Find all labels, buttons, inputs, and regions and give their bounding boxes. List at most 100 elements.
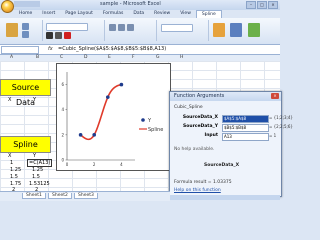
- tab-data[interactable]: Data: [128, 10, 149, 18]
- alignment-group: [106, 20, 157, 41]
- italic-icon[interactable]: [55, 32, 62, 39]
- formula-result-label: Formula result =: [174, 180, 212, 185]
- align-right-icon[interactable]: [127, 24, 134, 31]
- sheet-tab-3[interactable]: Sheet3: [74, 193, 98, 199]
- status-bar: [170, 195, 280, 200]
- cut-icon[interactable]: [22, 23, 29, 30]
- spline-series-line: [80, 83, 122, 141]
- chart-x-tick-label: 4: [120, 162, 123, 167]
- tab-spline[interactable]: Spline: [195, 10, 222, 18]
- chart-x-tick-label: 2: [93, 162, 96, 167]
- spline-col-x[interactable]: X: [8, 153, 11, 159]
- chart-y-tick-label: 4: [61, 107, 64, 112]
- dialog-title: Function Arguments: [174, 93, 225, 99]
- fx-icon[interactable]: fx: [48, 46, 53, 52]
- argument-description-label: SourceData_X: [204, 163, 240, 168]
- styles-icon[interactable]: [213, 23, 225, 37]
- source-col-x[interactable]: X: [8, 97, 11, 103]
- column-header-a[interactable]: A: [10, 55, 13, 60]
- tab-insert[interactable]: Insert: [37, 10, 60, 18]
- close-icon[interactable]: ×: [271, 93, 279, 99]
- editing-icon[interactable]: [248, 23, 260, 37]
- font-select[interactable]: [46, 23, 88, 31]
- argument-evaluation: = {2;2;5;6}: [269, 124, 293, 129]
- help-link[interactable]: Help on this function: [174, 188, 221, 193]
- chart-y-tick-label: 6: [61, 82, 64, 87]
- column-header-g[interactable]: G: [156, 55, 160, 60]
- argument-label: Input: [204, 133, 218, 138]
- chart-points: [78, 82, 124, 137]
- ribbon: [0, 18, 280, 45]
- tab-formulas[interactable]: Formulas: [98, 10, 129, 18]
- argument-input-sourcedata-x[interactable]: $A$5:$A$8: [222, 115, 269, 123]
- tab-review[interactable]: Review: [149, 10, 175, 18]
- close-button[interactable]: ×: [268, 1, 278, 9]
- dialog-title-bar: Function Arguments ×: [170, 92, 281, 101]
- column-header-e[interactable]: E: [108, 55, 111, 60]
- clipboard-group: [2, 20, 43, 41]
- argument-evaluation: = 1: [269, 133, 277, 138]
- spline-row-y[interactable]: 1.5: [32, 174, 40, 180]
- minimize-button[interactable]: –: [246, 1, 256, 9]
- source-col-y[interactable]: Y: [33, 97, 36, 103]
- embedded-chart[interactable]: 0 2 4 6 0 2 4 Y Spline: [56, 63, 171, 171]
- spline-row-y[interactable]: 1.25: [32, 167, 43, 173]
- bold-icon[interactable]: [46, 32, 53, 39]
- spline-header[interactable]: Spline: [0, 136, 51, 153]
- align-center-icon[interactable]: [118, 24, 125, 31]
- maximize-button[interactable]: □: [257, 1, 267, 9]
- column-header-c[interactable]: C: [60, 55, 63, 60]
- sheet-tabs: Sheet1 Sheet2 Sheet3: [0, 191, 170, 201]
- source-data-header[interactable]: Source Data: [0, 79, 51, 107]
- chart-axes: 0 2 4 6 0 2 4: [61, 72, 135, 167]
- spline-row-x[interactable]: 1.5: [10, 174, 18, 180]
- legend-points-label: Y: [147, 118, 152, 124]
- tab-home[interactable]: Home: [14, 10, 37, 18]
- chart-x-tick-label: 0: [66, 162, 69, 167]
- formula-input[interactable]: =Cubic_Spline($A$5:$A$8,$B$5:$B$8,A13): [58, 46, 166, 52]
- no-help-text: No help available.: [174, 147, 215, 152]
- spline-row-y-active[interactable]: =C(A13): [27, 159, 53, 167]
- legend-spline-label: Spline: [148, 127, 163, 133]
- column-header-h[interactable]: H: [180, 55, 183, 60]
- function-name: Cubic_Spline: [174, 105, 203, 110]
- copy-icon[interactable]: [22, 31, 29, 38]
- chart-data-point: [119, 82, 124, 87]
- spline-row-y[interactable]: 1.53125: [29, 181, 50, 187]
- sheet-tab-2[interactable]: Sheet2: [48, 193, 72, 199]
- formula-bar: fx =Cubic_Spline($A$5:$A$8,$B$5:$B$8,A13…: [0, 45, 280, 55]
- source-data-label: Source Data: [11, 83, 40, 107]
- function-arguments-dialog[interactable]: Function Arguments × Cubic_Spline Source…: [169, 91, 293, 197]
- chart-data-point: [78, 133, 83, 137]
- chart-data-point: [106, 95, 110, 99]
- tab-view[interactable]: View: [175, 10, 196, 18]
- align-left-icon[interactable]: [109, 24, 116, 31]
- chart-data-point: [92, 133, 96, 137]
- window-title: sample - Microsoft Excel: [100, 1, 161, 7]
- argument-input-input[interactable]: A13: [222, 133, 269, 141]
- chart-y-tick-label: 0: [61, 158, 64, 163]
- paste-icon[interactable]: [6, 23, 18, 37]
- styles-group: [210, 20, 278, 41]
- number-group: [158, 20, 209, 41]
- name-box[interactable]: [1, 46, 39, 54]
- legend-point-swatch: [141, 118, 145, 122]
- argument-evaluation: = {1;2;3;4}: [269, 115, 293, 120]
- number-format-select[interactable]: [161, 24, 193, 32]
- font-color-icon[interactable]: [64, 32, 71, 39]
- argument-label: SourceData_Y: [183, 124, 218, 129]
- sheet-tab-1[interactable]: Sheet1: [22, 193, 46, 199]
- cells-icon[interactable]: [230, 23, 242, 37]
- spline-row-x[interactable]: 1.25: [10, 167, 21, 173]
- chart-svg: 0 2 4 6 0 2 4 Y Spline: [61, 72, 163, 167]
- tab-page-layout[interactable]: Page Layout: [60, 10, 98, 18]
- office-button[interactable]: [1, 0, 14, 13]
- argument-input-sourcedata-y[interactable]: $B$5:$B$8: [222, 124, 269, 132]
- column-header-d[interactable]: D: [84, 55, 87, 60]
- column-header-f[interactable]: F: [132, 55, 135, 60]
- spline-row-x[interactable]: 1: [10, 160, 13, 166]
- argument-label: SourceData_X: [182, 115, 218, 120]
- quick-access-toolbar[interactable]: [14, 1, 40, 7]
- title-bar: sample - Microsoft Excel – □ ×: [0, 0, 280, 13]
- column-header-b[interactable]: B: [36, 55, 39, 60]
